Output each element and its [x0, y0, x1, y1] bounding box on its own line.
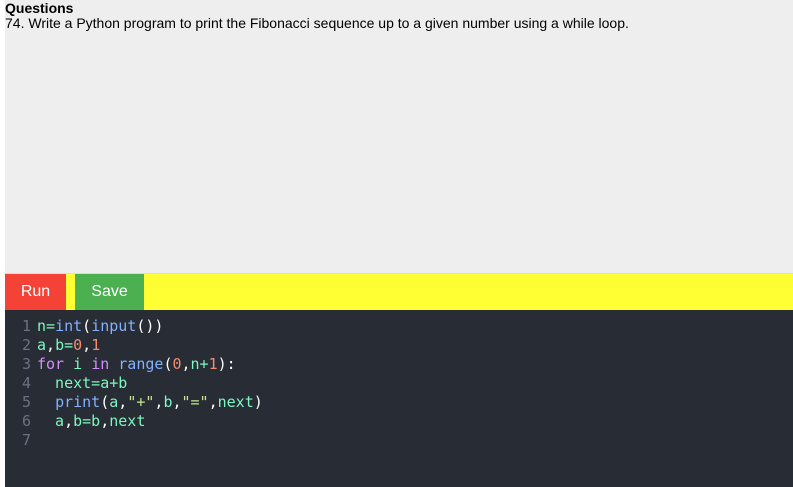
app-page: Questions 74. Write a Python program to … [0, 0, 793, 487]
code-line-6[interactable]: 6 a,b=b,next [5, 412, 793, 431]
code-text[interactable]: next=a+b [37, 374, 127, 393]
code-text[interactable]: n=int(input()) [37, 317, 163, 336]
question-panel: Questions 74. Write a Python program to … [5, 0, 793, 274]
line-number: 5 [21, 393, 31, 411]
code-line-3[interactable]: 3 for i in range(0,n+1): [5, 355, 793, 374]
code-line-2[interactable]: 2 a,b=0,1 [5, 336, 793, 355]
code-line-5[interactable]: 5 print(a,"+",b,"=",next) [5, 393, 793, 412]
question-text: 74. Write a Python program to print the … [5, 15, 629, 31]
code-text[interactable]: print(a,"+",b,"=",next) [37, 393, 263, 412]
code-text[interactable]: for i in range(0,n+1): [37, 355, 236, 374]
line-number: 6 [21, 412, 31, 430]
code-editor[interactable]: 1 n=int(input()) 2 a,b=0,1 3 for i in ra… [5, 310, 793, 487]
code-line-7[interactable]: 7 [5, 431, 793, 450]
editor-toolbar: Run Save [5, 274, 793, 310]
line-number: 1 [21, 317, 31, 335]
code-line-4[interactable]: 4 next=a+b [5, 374, 793, 393]
save-button[interactable]: Save [75, 274, 144, 310]
code-text[interactable]: a,b=0,1 [37, 336, 100, 355]
line-number: 2 [21, 336, 31, 354]
questions-heading: Questions [5, 0, 74, 16]
line-number: 3 [21, 355, 31, 373]
code-text[interactable]: a,b=b,next [37, 412, 145, 431]
code-line-1[interactable]: 1 n=int(input()) [5, 317, 793, 336]
run-button[interactable]: Run [5, 274, 66, 310]
line-number: 4 [21, 374, 31, 392]
line-number: 7 [21, 431, 31, 449]
